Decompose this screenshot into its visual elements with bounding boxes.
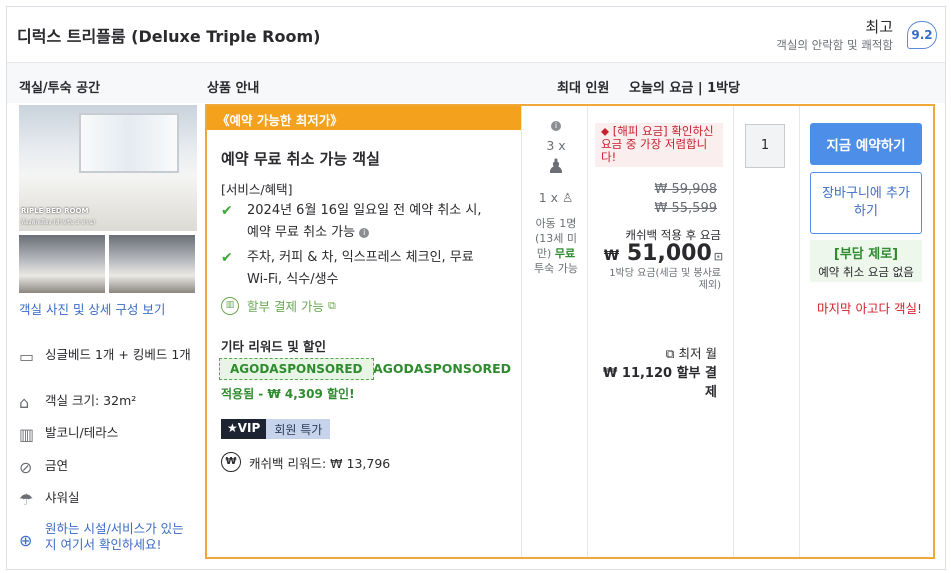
child-icon: ♙	[562, 190, 574, 205]
divider	[799, 106, 800, 557]
col-price: 오늘의 요금 | 1박당	[629, 81, 741, 96]
photo-label: RIPLE BED ROOM	[21, 207, 89, 215]
benefit-cancellation: ✔ 2024년 6월 16일 일요일 전 예약 취소 시, 예약 무료 취소 가…	[221, 200, 483, 244]
min-monthly-link[interactable]: ⧉ 최저 월	[599, 343, 717, 362]
divider	[733, 106, 734, 557]
room-quantity-select[interactable]: 1	[745, 124, 785, 168]
rating-subtitle: 객실의 안락함 및 쾌적함	[776, 38, 893, 52]
plus-circle-icon: ⊕	[19, 531, 33, 550]
pay-later[interactable]: ▥ 할부 결제 가능 ⧉	[221, 296, 336, 315]
feature-shower: ☂ 샤워실	[19, 490, 80, 509]
feature-no-smoking: ⊘ 금연	[19, 458, 69, 477]
child-count-row: 1 x ♙	[538, 190, 574, 205]
room-header: 디럭스 트리플룸 (Deluxe Triple Room) 최고 객실의 안락함…	[7, 7, 945, 63]
external-link-icon: ⧉	[665, 346, 675, 361]
promo-tag: 《예약 가능한 최저가》	[207, 106, 521, 130]
cashback-reward: ₩ 캐쉬백 리워드: ₩ 13,796	[221, 452, 390, 472]
room-photos-link[interactable]: 객실 사진 및 상세 구성 보기	[19, 299, 165, 318]
add-to-cart-button[interactable]: 장바구니에 추가하기	[810, 172, 922, 234]
current-price: ₩ 51,000 ⊡	[603, 241, 723, 266]
room-size-icon: ⌂	[19, 393, 30, 412]
col-room: 객실/투숙 공간	[19, 81, 101, 96]
lock-icon: ⊡	[713, 250, 723, 263]
col-product: 상품 안내	[207, 81, 260, 96]
installment-icon: ▥	[221, 296, 239, 315]
review-score-badge[interactable]: 9.2	[907, 21, 937, 49]
feature-balcony: ▥ 발코니/테라스	[19, 425, 119, 444]
cashback-icon: ₩	[221, 452, 241, 472]
column-headers: 객실/투숙 공간 상품 안내 최대 인원 오늘의 요금 | 1박당	[7, 63, 945, 103]
occupancy-info-icon[interactable]: i	[523, 118, 589, 133]
feature-size: ⌂ 객실 크기: 32m²	[19, 393, 137, 412]
col-occupancy: 최대 인원	[557, 81, 610, 96]
room-card: 디럭스 트리플룸 (Deluxe Triple Room) 최고 객실의 안락함…	[6, 6, 946, 570]
adult-count: 3 x	[546, 138, 566, 153]
book-now-button[interactable]: 지금 예약하기	[810, 123, 922, 165]
feature-bed: ▭ 싱글베드 1개 + 킹베드 1개	[19, 347, 191, 366]
external-link-icon[interactable]: ⧉	[328, 299, 336, 313]
offer-title: 예약 무료 취소 가능 객실	[221, 150, 380, 168]
original-price-2: ₩ 55,599	[654, 201, 717, 216]
offer-box: 《예약 가능한 최저가》 예약 무료 취소 가능 객실 [서비스/혜택] ✔ 2…	[205, 104, 935, 559]
tag-icon: ⬥	[601, 124, 610, 138]
coupon-badge[interactable]: AGODASPONSORED	[219, 358, 374, 380]
happy-deal-badge: ⬥ [해피 요금] 확인하신 요금 중 가장 저렴합니다!	[595, 123, 723, 167]
no-fee-badge: [부담 제로] 예약 취소 요금 없음	[810, 240, 922, 282]
rating-word: 최고	[865, 18, 893, 36]
star-icon: ★	[227, 421, 238, 435]
per-night-note: 1박당 요금(세금 및 봉사료 제외)	[609, 268, 721, 291]
bed-icon: ▭	[19, 347, 35, 366]
room-photo-thumb-2[interactable]	[109, 235, 195, 293]
child-policy: 아동 1명(13세 미만) 무료 투숙 가능	[534, 217, 578, 275]
window-graphic	[79, 113, 179, 173]
original-price-1: ₩ 59,908	[654, 182, 717, 197]
adult-person-icon: ♟	[547, 154, 565, 178]
info-icon[interactable]: i	[359, 228, 370, 238]
benefit-amenities: ✔ 주차, 커피 & 차, 익스프레스 체크인, 무료 Wi-Fi, 식수/생수	[221, 247, 483, 291]
check-icon: ✔	[221, 250, 233, 266]
vip-badge: ★VIP 회원 특가	[221, 419, 331, 439]
other-rewards-heading: 기타 리워드 및 할인	[221, 339, 327, 354]
check-icon: ✔	[221, 203, 233, 219]
room-title: 디럭스 트리플룸 (Deluxe Triple Room)	[17, 27, 321, 46]
balcony-icon: ▥	[19, 425, 35, 444]
installment-amount: ₩ 11,120 할부 결제	[603, 366, 717, 400]
photo-label-sub: ห้องพักเตียง (สำหรับ 3 ท่าน)	[21, 219, 96, 226]
last-room-notice: 마지막 아고다 객실!	[817, 301, 922, 316]
more-facilities-link[interactable]: ⊕ 원하는 시설/서비스가 있는지 여기서 확인하세요!	[19, 521, 195, 553]
shower-icon: ☂	[19, 490, 34, 509]
room-photo-thumb-1[interactable]	[19, 235, 105, 293]
coupon-applied: 적용됨 - ₩ 4,309 할인!	[221, 387, 355, 401]
room-photo-main[interactable]: RIPLE BED ROOM ห้องพักเตียง (สำหรับ 3 ท่…	[19, 105, 197, 231]
benefit-heading: [서비스/혜택]	[221, 182, 293, 197]
divider	[521, 106, 522, 557]
coupon-code-text: AGODASPONSORED	[373, 361, 512, 376]
no-smoking-icon: ⊘	[19, 458, 33, 477]
